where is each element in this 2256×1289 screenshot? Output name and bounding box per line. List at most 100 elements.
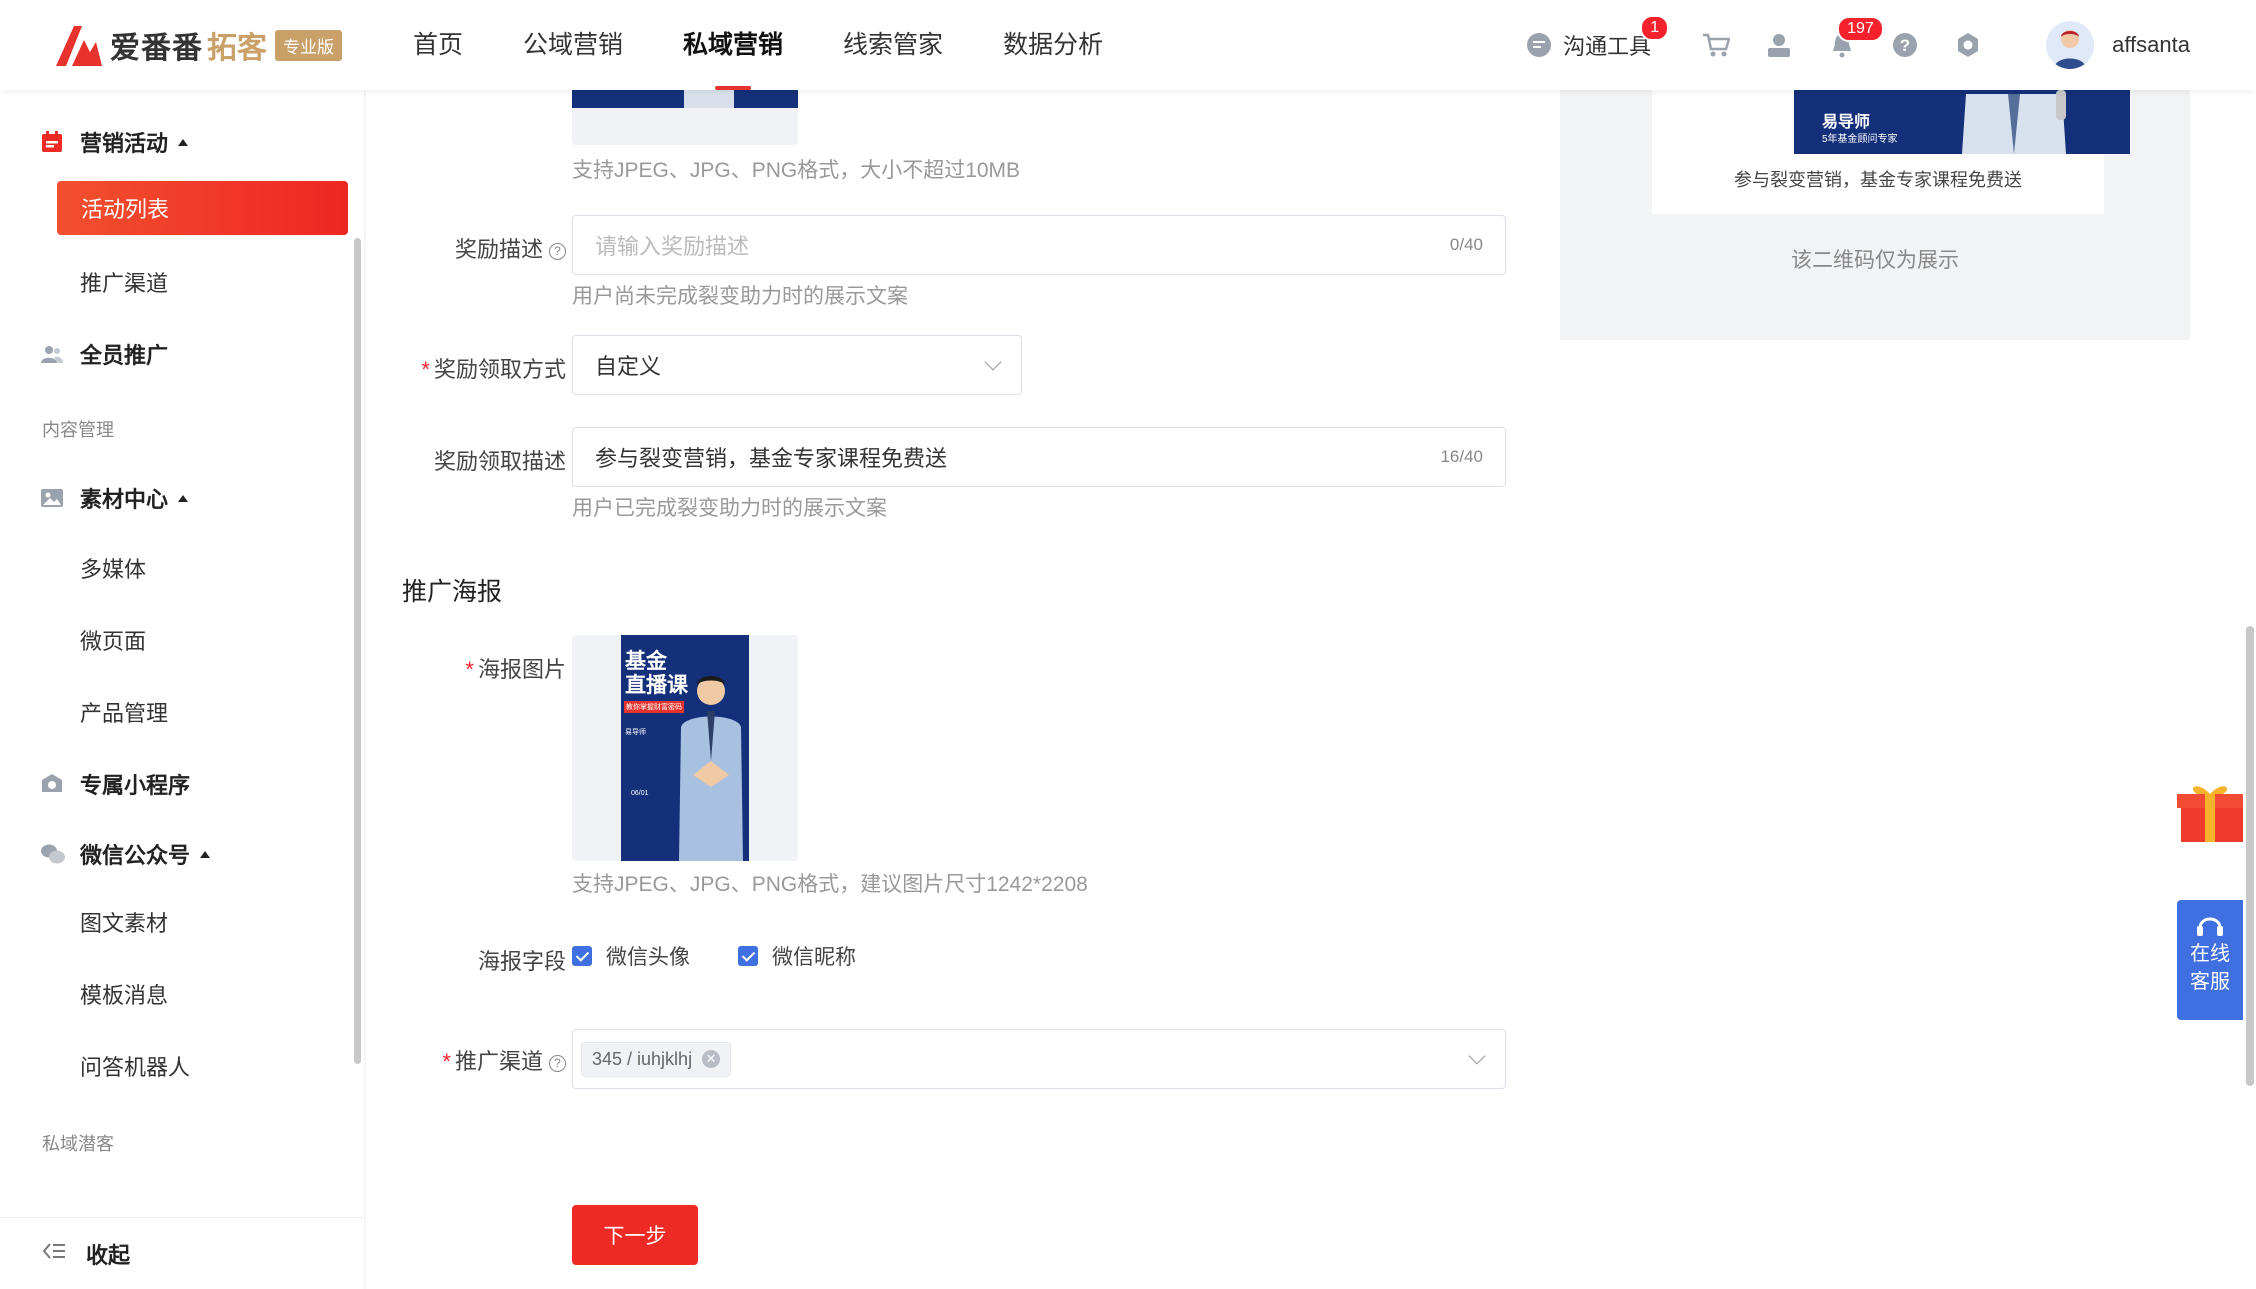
checkbox-checked-icon <box>738 946 758 966</box>
preview-teacher-desc: 5年基金顾问专家 <box>1822 134 1898 145</box>
preview-scrollbar[interactable] <box>2056 90 2066 120</box>
close-icon[interactable]: ✕ <box>702 1050 721 1068</box>
poster-person-icon <box>679 676 743 861</box>
preview-card: 易导师 5年基金顾问专家 参与裂变营销，基金专家课程免费送 <box>1652 90 2130 214</box>
poster-format-hint: 支持JPEG、JPG、PNG格式，建议图片尺寸1242*2208 <box>572 873 1088 896</box>
nav-data-analysis[interactable]: 数据分析 <box>1003 0 1103 90</box>
sidebar: 营销活动 活动列表 推广渠道 全员推广 内容管理 素材中心 多媒体 微页面 产品… <box>0 90 364 1289</box>
help-circle-icon[interactable]: ? <box>549 243 566 260</box>
sidebar-label-all-staff: 全员推广 <box>80 343 169 368</box>
reward-claim-method-value: 自定义 <box>595 354 662 379</box>
notification-badge: 197 <box>1837 16 1884 42</box>
collapse-icon <box>42 1241 66 1267</box>
poster-date: 06/01 <box>631 790 649 797</box>
sidebar-item-material-center[interactable]: 素材中心 <box>40 482 189 514</box>
poster-field-avatar-label: 微信头像 <box>606 946 690 969</box>
poster-field-nickname-label: 微信昵称 <box>772 946 856 969</box>
chevron-down-icon <box>984 353 1002 371</box>
caret-up-icon <box>178 138 189 146</box>
format-hint: 支持JPEG、JPG、PNG格式，大小不超过10MB <box>572 159 1021 182</box>
comm-tool-button[interactable]: 沟通工具 1 <box>1527 15 1670 61</box>
image-icon <box>40 486 64 510</box>
sidebar-group-private: 私域潜客 <box>42 1134 114 1154</box>
users-icon <box>40 342 64 366</box>
comm-tool-label: 沟通工具 <box>1563 34 1652 59</box>
page-scrollbar[interactable] <box>2246 626 2254 1086</box>
headset-icon <box>2177 912 2243 940</box>
sidebar-item-promotion-channel[interactable]: 推广渠道 <box>80 266 168 298</box>
contact-icon[interactable] <box>1764 30 1794 60</box>
main-content: 支持JPEG、JPG、PNG格式，大小不超过10MB 奖励描述? 请输入奖励描述… <box>366 90 2256 1289</box>
poster-image-label: * 海报图片 <box>465 657 566 682</box>
poster-field-nickname-checkbox[interactable]: 微信昵称 <box>738 941 856 971</box>
poster-fields-label: 海报字段 <box>477 949 566 974</box>
sidebar-item-multimedia[interactable]: 多媒体 <box>80 552 146 584</box>
sidebar-item-wechat-official[interactable]: 微信公众号 <box>40 838 211 870</box>
reward-desc-label: 奖励描述? <box>386 232 566 264</box>
poster-image-upload[interactable]: 基金 直播课 教你掌握财富密码 易导师 06/01 <box>572 635 798 861</box>
gift-icon[interactable] <box>2177 780 2243 842</box>
cart-icon[interactable] <box>1701 30 1731 60</box>
preview-teacher: 易导师 <box>1822 114 1871 131</box>
nav-home[interactable]: 首页 <box>413 0 463 90</box>
svg-text:?: ? <box>1900 36 1910 55</box>
brand-logo[interactable]: 爱番番 拓客 专业版 <box>52 22 342 68</box>
user-avatar[interactable] <box>2046 21 2095 69</box>
logo-mark-icon <box>52 22 104 68</box>
caret-up-icon <box>178 494 189 502</box>
checkbox-checked-icon <box>572 946 592 966</box>
promo-channel-label-text: 推广渠道 <box>454 1049 543 1074</box>
settings-icon[interactable] <box>1953 30 1983 60</box>
next-button[interactable]: 下一步 <box>572 1205 698 1265</box>
customer-service-button[interactable]: 在线 客服 <box>2177 900 2243 1020</box>
nav-private-marketing[interactable]: 私域营销 <box>683 0 783 90</box>
sidebar-label-marketing-activity: 营销活动 <box>80 131 169 156</box>
reward-desc-label-text: 奖励描述 <box>454 237 543 262</box>
sidebar-item-micro-page[interactable]: 微页面 <box>80 624 146 656</box>
sidebar-label-wechat-official: 微信公众号 <box>80 843 191 868</box>
sidebar-item-activity-list[interactable]: 活动列表 <box>57 181 348 235</box>
sidebar-item-template-message[interactable]: 模板消息 <box>80 978 168 1010</box>
bell-icon[interactable]: 197 <box>1827 16 1884 60</box>
chat-icon <box>1527 33 1552 57</box>
comm-tool-badge: 1 <box>1640 15 1670 41</box>
sidebar-scrollbar[interactable] <box>354 238 361 1064</box>
reward-claim-method-label-text: 奖励领取方式 <box>433 357 566 382</box>
reward-desc-hint: 用户尚未完成裂变助力时的展示文案 <box>572 285 908 308</box>
preview-image: 易导师 5年基金顾问专家 <box>1794 90 2130 154</box>
help-circle-icon[interactable]: ? <box>549 1055 566 1072</box>
sidebar-item-product-management[interactable]: 产品管理 <box>80 696 168 728</box>
reward-desc-input[interactable]: 请输入奖励描述 0/40 <box>572 215 1506 275</box>
promo-channel-select[interactable]: 345 / iuhjklhj ✕ <box>572 1029 1506 1089</box>
nav-public-marketing[interactable]: 公域营销 <box>523 0 623 90</box>
customer-service-line1: 在线 <box>2190 943 2230 965</box>
nav-lead-manager[interactable]: 线索管家 <box>843 0 943 90</box>
calendar-icon <box>40 130 64 154</box>
sidebar-group-content: 内容管理 <box>42 420 114 440</box>
sidebar-item-mini-program[interactable]: 专属小程序 <box>40 768 190 800</box>
preview-caption: 参与裂变营销，基金专家课程免费送 <box>1734 170 2022 190</box>
reward-claim-desc-input[interactable]: 参与裂变营销，基金专家课程免费送 16/40 <box>572 427 1506 487</box>
poster-field-avatar-checkbox[interactable]: 微信头像 <box>572 941 690 971</box>
sidebar-collapse-button[interactable]: 收起 <box>0 1217 364 1289</box>
wechat-icon <box>40 842 65 866</box>
reward-claim-method-select[interactable]: 自定义 <box>572 335 1022 395</box>
sidebar-label-mini-program: 专属小程序 <box>80 773 191 798</box>
chevron-down-icon <box>1468 1047 1486 1065</box>
sidebar-item-marketing-activity[interactable]: 营销活动 <box>40 126 189 158</box>
sidebar-item-qa-robot[interactable]: 问答机器人 <box>80 1050 190 1082</box>
promo-channel-tag: 345 / iuhjklhj ✕ <box>581 1041 732 1077</box>
reward-image-thumb[interactable] <box>572 90 798 145</box>
reward-claim-desc-label: 奖励领取描述 <box>433 449 566 474</box>
poster-image-label-text: 海报图片 <box>477 657 566 682</box>
brand-name-suffix: 拓客 <box>207 32 267 65</box>
reward-desc-placeholder: 请输入奖励描述 <box>595 234 750 259</box>
reward-claim-desc-hint: 用户已完成裂变助力时的展示文案 <box>572 497 887 520</box>
username[interactable]: affsanta <box>2112 32 2190 58</box>
sidebar-item-all-staff[interactable]: 全员推广 <box>40 338 168 370</box>
promo-channel-label: * 推广渠道? <box>386 1044 566 1076</box>
sidebar-item-article-material[interactable]: 图文素材 <box>80 906 168 938</box>
help-icon[interactable]: ? <box>1890 30 1920 60</box>
header-right: 沟通工具 1 197 ? affsanta <box>1527 0 2256 90</box>
reward-claim-desc-value: 参与裂变营销，基金专家课程免费送 <box>595 446 948 471</box>
